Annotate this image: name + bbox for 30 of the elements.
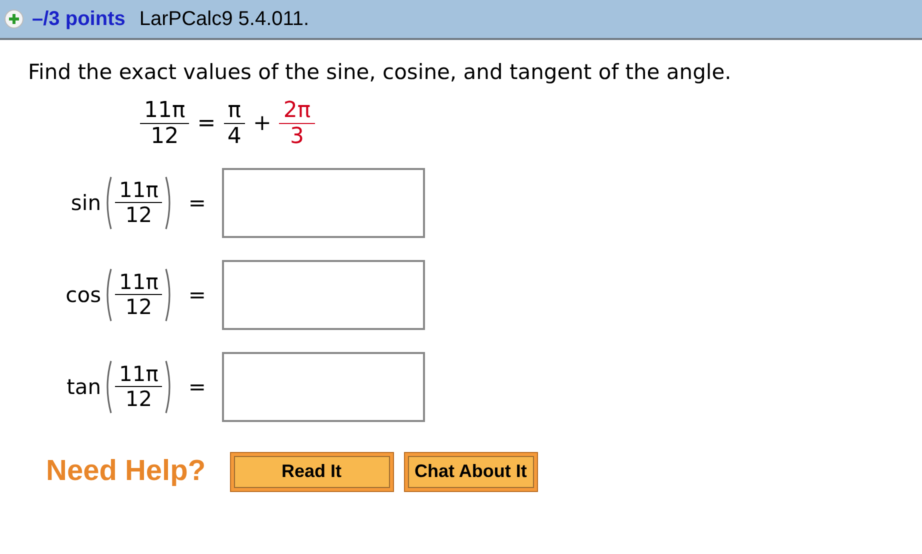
equals-sign: = <box>188 190 206 215</box>
denominator: 12 <box>150 124 179 150</box>
function-name: cos <box>66 282 102 307</box>
denominator: 12 <box>125 295 152 320</box>
operator: = <box>197 111 216 136</box>
equals-sign: = <box>188 374 206 399</box>
help-button[interactable]: Read It <box>230 452 394 492</box>
function-name: tan <box>66 374 102 399</box>
function-name: sin <box>70 190 102 215</box>
need-help-label: Need Help? <box>46 455 206 488</box>
expand-plus-icon[interactable] <box>4 9 24 29</box>
numerator: 11π <box>115 270 162 296</box>
denominator: 4 <box>227 124 242 150</box>
numerator: 11π <box>115 362 162 388</box>
numerator: 11π <box>140 98 190 124</box>
answer-box[interactable] <box>222 260 425 330</box>
denominator: 3 <box>290 124 304 150</box>
equals-sign: = <box>188 282 206 307</box>
denominator: 12 <box>125 387 152 412</box>
operator: + <box>252 111 272 136</box>
numerator: π <box>224 98 245 124</box>
answer-box[interactable] <box>222 168 425 238</box>
problem-id: LarPCalc9 5.4.011. <box>139 8 310 30</box>
numerator: 2π <box>279 98 315 124</box>
question-text: Find the exact values of the sine, cosine, and tangent of the angle. <box>28 60 732 84</box>
denominator: 12 <box>125 203 152 228</box>
help-button[interactable]: Chat About It <box>404 452 538 492</box>
answer-box[interactable] <box>222 352 425 422</box>
numerator: 11π <box>115 178 162 204</box>
points-label: –/3 points <box>32 8 126 30</box>
